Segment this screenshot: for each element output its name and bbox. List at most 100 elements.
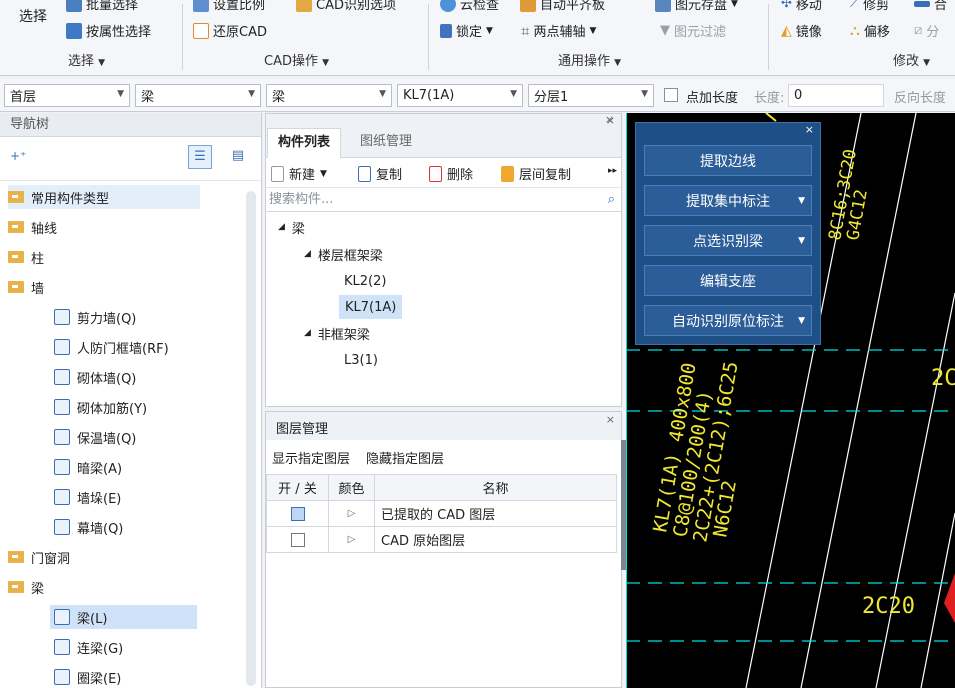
extract-centralized-label: 提取集中标注 (686, 193, 770, 210)
tree-node-kl2[interactable]: KL2(2) (344, 269, 386, 293)
sidebar-item[interactable]: 墙 (8, 275, 44, 299)
floor-copy-button[interactable]: 层间复制 (501, 164, 571, 183)
lock-label: 锁定 (456, 25, 483, 40)
more-icon[interactable]: ▸▸ (608, 166, 617, 176)
auto-flat-plate-button[interactable]: 自动平齐板 (520, 0, 605, 13)
table-row[interactable]: ▷ 已提取的 CAD 图层 (266, 500, 617, 527)
nav-scrollbar[interactable] (246, 191, 256, 686)
sidebar-item[interactable]: 砌体加筋(Y) (54, 395, 147, 419)
component-search-input[interactable]: 搜索构件... ⌕ (266, 188, 621, 212)
add-length-checkbox[interactable] (664, 88, 678, 102)
restore-icon (193, 22, 209, 39)
split-button[interactable]: ⧄ 分 (914, 21, 939, 40)
select-button[interactable]: 选择 (19, 6, 47, 26)
type-select[interactable]: 梁 ▼ (266, 84, 392, 107)
sidebar-item[interactable]: 连梁(G) (54, 635, 123, 659)
copy-button[interactable]: 复制 (358, 164, 402, 183)
nav-title: 导航树 (0, 113, 261, 137)
sidebar-item[interactable]: 柱 (8, 245, 44, 269)
cloud-check-button[interactable]: 云检查 (440, 0, 499, 13)
floor-select[interactable]: 首层 ▼ (4, 84, 130, 107)
sidebar-item[interactable]: 保温墙(Q) (54, 425, 136, 449)
auto-identify-original-annotation-button[interactable]: 自动识别原位标注 ▼ (644, 305, 812, 336)
common-ops-group-label[interactable]: 通用操作 ▼ (558, 50, 621, 69)
attr-select-button[interactable]: 按属性选择 (66, 21, 151, 40)
element-filter-button[interactable]: ▼ 图元过滤 (660, 21, 726, 40)
common-ops-group-text: 通用操作 (558, 54, 611, 69)
sidebar-item[interactable]: 人防门框墙(RF) (54, 335, 169, 359)
sidebar-item[interactable]: 墙垛(E) (54, 485, 121, 509)
cad-line (875, 292, 955, 688)
offset-button[interactable]: ⛬ 偏移 (850, 21, 890, 41)
sidebar-item[interactable]: 砌体墙(Q) (54, 365, 136, 389)
sidebar-item[interactable]: 常用构件类型 (8, 185, 200, 209)
category-select[interactable]: 梁 ▼ (135, 84, 261, 107)
layer-table: 开 / 关 颜色 名称 ▷ 已提取的 CAD 图层 ▷ CAD 原始图层 (266, 474, 617, 553)
lock-button[interactable]: 锁定 ▼ (440, 21, 493, 40)
card-view-icon[interactable]: ▤ (226, 145, 250, 169)
list-view-icon[interactable]: ☰ (188, 145, 212, 169)
sidebar-item-label: 连梁(G) (77, 641, 124, 657)
new-button[interactable]: 新建 ▼ (271, 164, 327, 183)
component-type-icon (54, 639, 70, 655)
select-group-text: 选择 (68, 54, 95, 69)
tree-node-kl7-selected[interactable]: KL7(1A) (339, 295, 403, 319)
mirror-button[interactable]: ◭ 镜像 (781, 21, 822, 41)
show-specified-layer-button[interactable]: 显示指定图层 (272, 448, 350, 467)
extract-centralized-annotation-button[interactable]: 提取集中标注 ▼ (644, 185, 812, 216)
tree-node-beam[interactable]: ◢ 梁 (278, 215, 305, 239)
layer-management-panel: 图层管理 × 显示指定图层 隐藏指定图层 开 / 关 颜色 名称 ▷ 已提取的 … (265, 411, 622, 688)
set-scale-label: 设置比例 (213, 0, 266, 13)
sidebar-item[interactable]: 梁 (8, 575, 44, 599)
component-type-icon (54, 669, 70, 685)
sidebar-item[interactable]: 门窗洞 (8, 545, 70, 569)
expand-icon[interactable]: ▷ (348, 508, 356, 519)
chevron-down-icon: ▼ (510, 89, 517, 99)
sidebar-item[interactable]: 圈梁(E) (54, 665, 121, 688)
table-row[interactable]: ▷ CAD 原始图层 (266, 526, 617, 553)
search-placeholder: 搜索构件... (269, 192, 334, 207)
extract-edge-button[interactable]: 提取边线 (644, 145, 812, 176)
scale-icon (193, 0, 209, 12)
element-save-button[interactable]: 图元存盘 ▼ (655, 0, 738, 13)
sidebar-item[interactable]: 暗梁(A) (54, 455, 122, 479)
close-icon[interactable]: × (606, 402, 615, 438)
delete-button[interactable]: 删除 (429, 164, 473, 183)
close-icon[interactable]: × (605, 113, 619, 127)
pick-identify-beam-button[interactable]: 点选识别梁 ▼ (644, 225, 812, 256)
beam-recognition-panel: × 提取边线 提取集中标注 ▼ 点选识别梁 ▼ 编辑支座 自动识别原位标注 ▼ (635, 122, 821, 345)
add-icon[interactable]: +⁺ (10, 149, 26, 163)
layer-visibility-checkbox[interactable] (290, 506, 305, 521)
tree-node-frame-beam[interactable]: ◢ 楼层框架梁 (304, 242, 383, 266)
tab-drawing-management[interactable]: 图纸管理 (350, 128, 422, 158)
edit-support-button[interactable]: 编辑支座 (644, 265, 812, 296)
close-icon[interactable]: × (805, 123, 814, 136)
sidebar-item[interactable]: 轴线 (8, 215, 57, 239)
restore-cad-button[interactable]: 还原CAD (193, 21, 267, 40)
trim-button[interactable]: ⟋ 修剪 (850, 0, 889, 13)
combo-bar: 首层 ▼ 梁 ▼ 梁 ▼ KL7(1A) ▼ 分层1 ▼ 点加长度 长度: 0 反向长度 (0, 79, 955, 112)
sidebar-item[interactable]: 梁(L) (50, 605, 197, 629)
expand-icon[interactable]: ▷ (348, 534, 356, 545)
component-type-icon (54, 459, 70, 475)
move-button[interactable]: ✣ 移动 (781, 0, 822, 13)
tab-component-list[interactable]: 构件列表 (267, 128, 342, 158)
sidebar-item[interactable]: 幕墙(Q) (54, 515, 123, 539)
layer-visibility-checkbox[interactable] (290, 532, 305, 547)
select-group-label[interactable]: 选择 ▼ (68, 50, 105, 69)
set-scale-button[interactable]: 设置比例 (193, 0, 265, 13)
length-input[interactable]: 0 (788, 84, 884, 107)
cad-recognition-options-button[interactable]: CAD识别选项 (296, 0, 396, 13)
folder-icon (8, 251, 24, 263)
merge-button[interactable]: 合 (914, 0, 947, 13)
tree-node-l3[interactable]: L3(1) (344, 348, 378, 372)
sidebar-item[interactable]: 剪力墙(Q) (54, 305, 136, 329)
modify-group-label[interactable]: 修改 ▼ (893, 50, 930, 69)
cad-ops-group-label[interactable]: CAD操作 ▼ (264, 50, 329, 69)
component-select[interactable]: KL7(1A) ▼ (397, 84, 523, 107)
two-point-aux-axis-button[interactable]: ⌗ 两点辅轴 ▼ (521, 21, 596, 41)
batch-select-button[interactable]: 批量选择 (66, 0, 138, 13)
tree-node-nonframe-beam[interactable]: ◢ 非框架梁 (304, 321, 370, 345)
hide-specified-layer-button[interactable]: 隐藏指定图层 (366, 448, 444, 467)
sublayer-select[interactable]: 分层1 ▼ (528, 84, 654, 107)
